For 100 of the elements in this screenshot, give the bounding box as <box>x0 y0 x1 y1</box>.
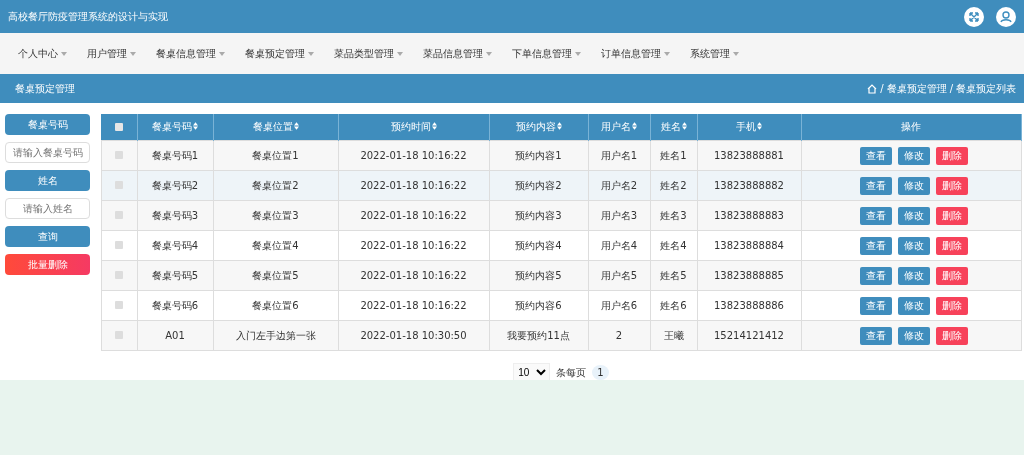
table-cell: 用户名2 <box>588 170 650 201</box>
table-cell: 入门左手边第一张 <box>213 320 338 351</box>
sort-icon <box>757 122 762 130</box>
edit-button[interactable]: 修改 <box>897 146 930 165</box>
table-cell: 餐桌号码6 <box>137 290 213 321</box>
table-cell: A01 <box>137 320 213 351</box>
table-cell: 预约内容4 <box>489 230 588 261</box>
row-checkbox[interactable] <box>115 271 123 279</box>
column-header[interactable]: 预约时间 <box>338 114 489 141</box>
delete-button[interactable]: 删除 <box>935 296 968 315</box>
table-cell: 用户名3 <box>588 200 650 231</box>
nav-menu-item[interactable]: 系统管理 <box>690 46 739 61</box>
table-cell: 2022-01-18 10:16:22 <box>338 200 489 231</box>
view-button[interactable]: 查看 <box>859 206 892 225</box>
row-checkbox[interactable] <box>115 211 123 219</box>
sort-icon <box>293 122 299 130</box>
table-cell: 2022-01-18 10:16:22 <box>338 140 489 171</box>
fullscreen-icon[interactable] <box>964 6 984 27</box>
edit-button[interactable]: 修改 <box>897 176 930 195</box>
page-size-label: 条每页 <box>556 365 587 380</box>
table-cell: 2022-01-18 10:16:22 <box>338 230 489 261</box>
edit-button[interactable]: 修改 <box>897 296 930 315</box>
column-header[interactable]: 预约内容 <box>489 114 588 141</box>
batch-delete-button[interactable]: 批量删除 <box>5 254 90 275</box>
table-cell: 15214121412 <box>697 320 801 351</box>
table-cell: 姓名1 <box>650 140 697 171</box>
column-header[interactable]: 餐桌号码 <box>137 114 213 141</box>
table-cell: 姓名6 <box>650 290 697 321</box>
table-cell: 2022-01-18 10:16:22 <box>338 260 489 291</box>
view-button[interactable]: 查看 <box>859 296 892 315</box>
column-header[interactable]: 手机 <box>697 114 801 141</box>
row-checkbox[interactable] <box>115 151 123 159</box>
table-cell: 餐桌位置4 <box>213 230 338 261</box>
table-cell: 餐桌号码1 <box>137 140 213 171</box>
search-label: 姓名 <box>5 170 90 191</box>
view-button[interactable]: 查看 <box>859 326 892 345</box>
delete-button[interactable]: 删除 <box>935 326 968 345</box>
nav-menu-item[interactable]: 订单信息管理 <box>601 46 670 61</box>
view-button[interactable]: 查看 <box>859 176 892 195</box>
view-button[interactable]: 查看 <box>859 146 892 165</box>
table-cell: 餐桌位置3 <box>213 200 338 231</box>
page-size-select[interactable]: 10 <box>513 363 551 382</box>
table-cell: 预约内容3 <box>489 200 588 231</box>
delete-button[interactable]: 删除 <box>935 266 968 285</box>
breadcrumb-link[interactable]: 餐桌预定列表 <box>956 81 1016 96</box>
nav-menu-item[interactable]: 餐桌预定管理 <box>245 46 314 61</box>
row-checkbox[interactable] <box>115 181 123 189</box>
caret-icon <box>219 51 225 56</box>
delete-button[interactable]: 删除 <box>935 206 968 225</box>
view-button[interactable]: 查看 <box>859 266 892 285</box>
nav-menu-item[interactable]: 菜品类型管理 <box>334 46 403 61</box>
search-label: 餐桌号码 <box>5 114 90 135</box>
edit-button[interactable]: 修改 <box>897 326 930 345</box>
table-cell: 预约内容1 <box>489 140 588 171</box>
view-button[interactable]: 查看 <box>859 236 892 255</box>
table-cell: 餐桌号码5 <box>137 260 213 291</box>
column-header[interactable]: 用户名 <box>588 114 650 141</box>
page-button[interactable]: 1 <box>592 365 609 380</box>
caret-icon <box>575 51 581 56</box>
nav-menu-item[interactable]: 菜品信息管理 <box>423 46 492 61</box>
search-field[interactable]: 请输入姓名 <box>5 198 90 219</box>
sort-icon <box>193 122 198 130</box>
edit-button[interactable]: 修改 <box>897 206 930 225</box>
row-checkbox[interactable] <box>115 241 123 249</box>
query-button[interactable]: 查询 <box>5 226 90 247</box>
table-cell: 用户名5 <box>588 260 650 291</box>
nav-menu-item[interactable]: 下单信息管理 <box>512 46 581 61</box>
user-icon[interactable] <box>996 6 1016 27</box>
sort-icon <box>681 122 687 130</box>
breadcrumb-link[interactable]: 餐桌预定管理 <box>886 81 947 96</box>
table-cell: 餐桌位置5 <box>213 260 338 291</box>
breadcrumb-separator: / <box>949 83 953 94</box>
edit-button[interactable]: 修改 <box>897 266 930 285</box>
table-cell: 2022-01-18 10:16:22 <box>338 290 489 321</box>
edit-button[interactable]: 修改 <box>897 236 930 255</box>
table-cell: 2 <box>588 320 650 351</box>
table-cell: 13823888883 <box>697 200 801 231</box>
column-header[interactable]: 姓名 <box>650 114 697 141</box>
row-checkbox[interactable] <box>115 301 123 309</box>
table-cell: 13823888885 <box>697 260 801 291</box>
table-cell: 餐桌位置6 <box>213 290 338 321</box>
table-cell: 预约内容5 <box>489 260 588 291</box>
select-all-checkbox[interactable] <box>114 122 123 131</box>
delete-button[interactable]: 删除 <box>935 236 968 255</box>
table-cell: 13823888881 <box>697 140 801 171</box>
table-cell: 餐桌号码2 <box>137 170 213 201</box>
table-cell: 13823888886 <box>697 290 801 321</box>
nav-menu-item[interactable]: 用户管理 <box>87 46 136 61</box>
search-field[interactable]: 请输入餐桌号码 <box>5 142 90 163</box>
caret-icon <box>130 51 136 56</box>
row-checkbox[interactable] <box>115 331 123 339</box>
column-header[interactable]: 餐桌位置 <box>213 114 338 141</box>
table-cell: 姓名4 <box>650 230 697 261</box>
nav-menu-item[interactable]: 餐桌信息管理 <box>156 46 225 61</box>
caret-icon <box>486 51 492 56</box>
delete-button[interactable]: 删除 <box>935 146 968 165</box>
delete-button[interactable]: 删除 <box>935 176 968 195</box>
home-icon[interactable] <box>867 83 878 94</box>
app-title: 高校餐厅防疫管理系统的设计与实现 <box>8 9 168 24</box>
nav-menu-item[interactable]: 个人中心 <box>18 46 67 61</box>
